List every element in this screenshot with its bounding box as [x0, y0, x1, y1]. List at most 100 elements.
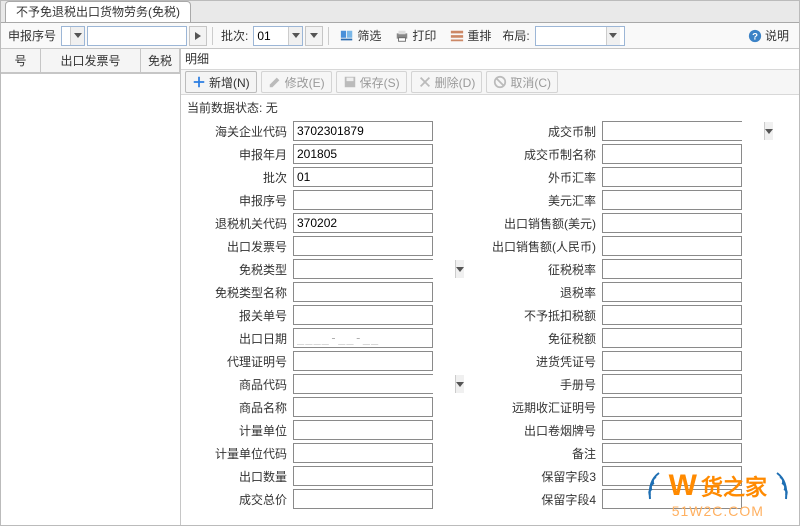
detail-title: 明细	[181, 49, 799, 69]
form-row-currency_name: 成交币制名称	[490, 143, 799, 165]
form-row-exempt_type: 免税类型	[181, 258, 490, 280]
input-batch[interactable]	[293, 167, 433, 187]
seq-input[interactable]	[87, 26, 187, 46]
batch-go[interactable]	[305, 26, 323, 46]
help-icon: ?	[748, 29, 762, 43]
label-sales_rmb: 出口销售额(人民币)	[490, 238, 602, 255]
input-exempt_amt[interactable]	[602, 328, 742, 348]
chevron-down-icon[interactable]	[70, 27, 84, 45]
input-goods_name[interactable]	[293, 397, 433, 417]
input-remark[interactable]	[602, 443, 742, 463]
label-cig_brand: 出口卷烟牌号	[490, 422, 602, 439]
chevron-down-icon[interactable]	[455, 260, 464, 278]
form-row-exempt_name: 免税类型名称	[181, 281, 490, 303]
batch-dropdown[interactable]	[253, 26, 303, 46]
input-levy_rate[interactable]	[602, 259, 742, 279]
col-header-seq[interactable]: 号	[1, 49, 41, 72]
status-line: 当前数据状态: 无	[181, 95, 799, 120]
input-reserve4[interactable]	[602, 489, 742, 509]
active-tab[interactable]: 不予免退税出口货物劳务(免税)	[5, 1, 191, 22]
input-customs_code[interactable]	[293, 121, 433, 141]
input-currency-text[interactable]	[603, 122, 764, 140]
filter-button[interactable]: 筛选	[334, 25, 387, 47]
form-row-manual_no: 手册号	[490, 373, 799, 395]
layout-dropdown[interactable]	[535, 26, 625, 46]
status-value: 无	[266, 101, 278, 115]
chevron-down-icon[interactable]	[764, 122, 773, 140]
form-row-usd_rate: 美元汇率	[490, 189, 799, 211]
col-header-exempt[interactable]: 免税	[141, 49, 180, 72]
input-report_ym[interactable]	[293, 144, 433, 164]
help-label: 说明	[765, 27, 789, 44]
input-sales_usd[interactable]	[602, 213, 742, 233]
save-button: 保存(S)	[336, 71, 407, 93]
form-row-purchase_cert: 进货凭证号	[490, 350, 799, 372]
label-exempt_type: 免税类型	[181, 261, 293, 278]
label-agent_cert: 代理证明号	[181, 353, 293, 370]
left-grid: 号 出口发票号 免税	[1, 49, 181, 525]
batch-label: 批次:	[218, 27, 251, 44]
input-total_price[interactable]	[293, 489, 433, 509]
form-row-cig_brand: 出口卷烟牌号	[490, 419, 799, 441]
input-unit[interactable]	[293, 420, 433, 440]
label-batch: 批次	[181, 169, 293, 186]
input-agent_cert[interactable]	[293, 351, 433, 371]
batch-input[interactable]	[254, 27, 288, 45]
label-total_price: 成交总价	[181, 491, 293, 508]
input-refund_rate[interactable]	[602, 282, 742, 302]
rearrange-button[interactable]: 重排	[444, 25, 497, 47]
label-currency_name: 成交币制名称	[490, 146, 602, 163]
input-tax_org[interactable]	[293, 213, 433, 233]
save-icon	[343, 75, 357, 89]
filter-icon	[340, 29, 354, 43]
col-header-invoice[interactable]: 出口发票号	[41, 49, 141, 72]
seq-dropdown[interactable]	[61, 26, 85, 46]
input-currency_name[interactable]	[602, 144, 742, 164]
chevron-down-icon[interactable]	[455, 375, 464, 393]
input-report_seq[interactable]	[293, 190, 433, 210]
label-unit_code: 计量单位代码	[181, 445, 293, 462]
form-row-export_date: 出口日期	[181, 327, 490, 349]
label-fx_rate: 外币汇率	[490, 169, 602, 186]
help-button[interactable]: ? 说明	[742, 25, 795, 47]
chevron-down-icon[interactable]	[606, 27, 620, 45]
label-export_inv: 出口发票号	[181, 238, 293, 255]
label-manual_no: 手册号	[490, 376, 602, 393]
input-manual_no[interactable]	[602, 374, 742, 394]
input-no_credit[interactable]	[602, 305, 742, 325]
rearrange-icon	[450, 29, 464, 43]
input-reserve3[interactable]	[602, 466, 742, 486]
input-export_inv[interactable]	[293, 236, 433, 256]
go-button[interactable]	[189, 26, 207, 46]
chevron-down-icon[interactable]	[288, 27, 302, 45]
input-exempt_type-text[interactable]	[294, 260, 455, 278]
input-export_qty[interactable]	[293, 466, 433, 486]
input-cig_brand[interactable]	[602, 420, 742, 440]
print-button[interactable]: 打印	[389, 25, 442, 47]
input-currency[interactable]	[602, 121, 742, 141]
input-decl_no[interactable]	[293, 305, 433, 325]
input-exempt_type[interactable]	[293, 259, 433, 279]
form-row-goods_code: 商品代码	[181, 373, 490, 395]
input-unit_code[interactable]	[293, 443, 433, 463]
add-label: 新增(N)	[209, 74, 250, 91]
seq-dropdown-input[interactable]	[62, 27, 70, 45]
input-fwd_fx_cert[interactable]	[602, 397, 742, 417]
input-fx_rate[interactable]	[602, 167, 742, 187]
input-exempt_name[interactable]	[293, 282, 433, 302]
edit-icon	[268, 75, 282, 89]
grid-body[interactable]	[1, 73, 180, 525]
form-row-export_qty: 出口数量	[181, 465, 490, 487]
add-button[interactable]: 新增(N)	[185, 71, 257, 93]
input-goods_code-text[interactable]	[294, 375, 455, 393]
form-row-fwd_fx_cert: 远期收汇证明号	[490, 396, 799, 418]
input-sales_rmb[interactable]	[602, 236, 742, 256]
form-row-tax_org: 退税机关代码	[181, 212, 490, 234]
layout-input[interactable]	[536, 27, 606, 45]
input-goods_code[interactable]	[293, 374, 433, 394]
input-purchase_cert[interactable]	[602, 351, 742, 371]
input-usd_rate[interactable]	[602, 190, 742, 210]
input-export_date[interactable]	[293, 328, 433, 348]
label-fwd_fx_cert: 远期收汇证明号	[490, 399, 602, 416]
form-row-report_ym: 申报年月	[181, 143, 490, 165]
